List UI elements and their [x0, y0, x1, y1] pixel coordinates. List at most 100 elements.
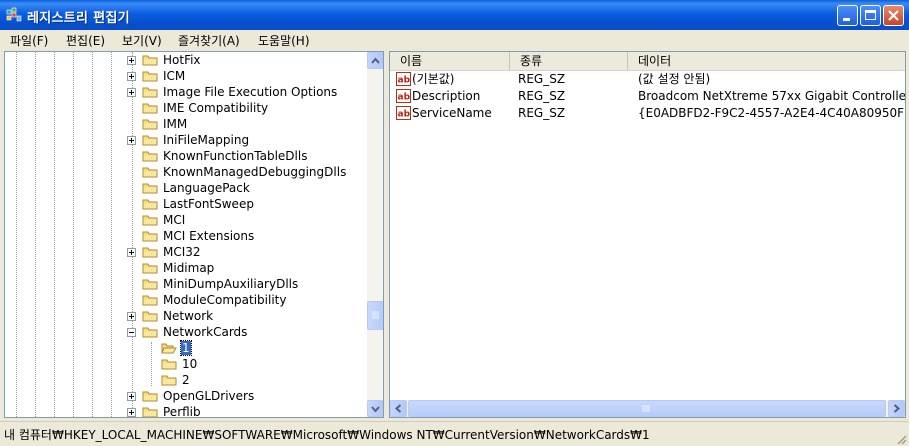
- expand-plus-icon[interactable]: [127, 136, 136, 145]
- value-name: Description: [412, 89, 481, 103]
- resize-grip-icon[interactable]: [895, 433, 907, 445]
- value-list-pane[interactable]: 이름 종류 데이터 ab (기본값) REG_SZ (값 설정 안됨) ab D…: [389, 51, 906, 418]
- value-name: (기본값): [412, 72, 455, 86]
- tree-item[interactable]: IME Compatibility: [5, 100, 367, 116]
- list-row[interactable]: ab ServiceName REG_SZ {E0ADBFD2-F9C2-455…: [390, 105, 905, 122]
- horizontal-scroll-thumb[interactable]: [408, 400, 886, 417]
- column-header-name[interactable]: 이름: [390, 52, 510, 70]
- expand-plus-icon[interactable]: [127, 408, 136, 417]
- tree-item[interactable]: Midimap: [5, 260, 367, 276]
- column-header-data[interactable]: 데이터: [628, 52, 905, 70]
- maximize-button[interactable]: [860, 5, 881, 26]
- folder-icon: [142, 103, 158, 114]
- tree-item[interactable]: Network: [5, 308, 367, 324]
- expand-plus-icon[interactable]: [127, 312, 136, 321]
- tree-item-label: HotFix: [163, 53, 201, 67]
- tree-item[interactable]: MCI: [5, 212, 367, 228]
- minimize-icon: [843, 18, 850, 21]
- tree-item-label: NetworkCards: [163, 325, 248, 339]
- folder-icon: [142, 311, 158, 322]
- tree-item[interactable]: Perflib: [5, 404, 367, 417]
- list-horizontal-scrollbar[interactable]: [390, 400, 905, 417]
- tree-item[interactable]: KnownFunctionTableDlls: [5, 148, 367, 164]
- tree-item[interactable]: HotFix: [5, 52, 367, 68]
- minimize-button[interactable]: [837, 5, 858, 26]
- scroll-thumb[interactable]: [367, 301, 383, 330]
- tree-item-label: OpenGLDrivers: [163, 389, 255, 403]
- tree-item[interactable]: MiniDumpAuxiliaryDlls: [5, 276, 367, 292]
- status-bar: 내 컴퓨터₩HKEY_LOCAL_MACHINE₩SOFTWARE₩Micros…: [0, 421, 909, 446]
- close-button[interactable]: [883, 5, 904, 26]
- tree-item-label: 10: [182, 357, 198, 371]
- scroll-grip-icon: [372, 311, 379, 319]
- tree-item[interactable]: ICM: [5, 68, 367, 84]
- tree-item[interactable]: Image File Execution Options: [5, 84, 367, 100]
- scroll-down-button[interactable]: [367, 400, 383, 417]
- tree-item[interactable]: IniFileMapping: [5, 132, 367, 148]
- expand-plus-icon[interactable]: [127, 72, 136, 81]
- tree-item-label: MCI Extensions: [163, 229, 255, 243]
- expand-plus-icon[interactable]: [127, 88, 136, 97]
- folder-open-icon: [161, 343, 177, 354]
- list-header: 이름 종류 데이터: [390, 52, 905, 71]
- scroll-left-button[interactable]: [390, 400, 407, 417]
- folder-icon: [161, 359, 177, 370]
- arrow-up-icon: [371, 57, 380, 64]
- folder-icon: [142, 407, 158, 417]
- svg-text:ab: ab: [398, 110, 411, 120]
- column-header-type[interactable]: 종류: [510, 52, 628, 70]
- expand-plus-icon[interactable]: [127, 248, 136, 257]
- tree-item[interactable]: OpenGLDrivers: [5, 388, 367, 404]
- list-row[interactable]: ab Description REG_SZ Broadcom NetXtreme…: [390, 88, 905, 105]
- tree-vertical-scrollbar[interactable]: [367, 52, 383, 417]
- collapse-minus-icon[interactable]: [127, 328, 136, 337]
- folder-icon: [142, 247, 158, 258]
- folder-icon: [142, 183, 158, 194]
- list-row[interactable]: ab (기본값) REG_SZ (값 설정 안됨): [390, 71, 905, 88]
- tree-item[interactable]: IMM: [5, 116, 367, 132]
- folder-icon: [142, 215, 158, 226]
- value-data: {E0ADBFD2-F9C2-4557-A2E4-4C40A80950F6}: [638, 106, 906, 120]
- expand-plus-icon[interactable]: [127, 56, 136, 65]
- svg-text:ab: ab: [398, 76, 411, 86]
- tree-item-label: ICM: [163, 69, 186, 83]
- folder-icon: [142, 279, 158, 290]
- tree-item[interactable]: 10: [5, 356, 367, 372]
- tree-item[interactable]: 1: [5, 340, 367, 356]
- tree-item-label: MCI32: [163, 245, 201, 259]
- tree-item-label: Network: [163, 309, 214, 323]
- tree-item[interactable]: LanguagePack: [5, 180, 367, 196]
- tree-item[interactable]: LastFontSweep: [5, 196, 367, 212]
- title-bar[interactable]: 레지스트리 편집기: [0, 0, 909, 30]
- regedit-window: 레지스트리 편집기 파일(F) 편집(E) 보기(V) 즐겨찾기(A) 도움말(…: [0, 0, 909, 446]
- scroll-grip-icon: [642, 405, 650, 412]
- key-tree-pane[interactable]: HotFix ICM Image File Execution Options IME…: [4, 51, 384, 418]
- scroll-up-button[interactable]: [367, 52, 383, 69]
- tree-item-label: MiniDumpAuxiliaryDlls: [163, 277, 299, 291]
- tree-item[interactable]: MCI Extensions: [5, 228, 367, 244]
- scroll-right-button[interactable]: [888, 400, 905, 417]
- registry-editor-icon: [6, 7, 22, 22]
- folder-icon: [142, 295, 158, 306]
- close-icon: [888, 10, 899, 21]
- menu-file[interactable]: 파일(F): [10, 32, 48, 49]
- menu-help[interactable]: 도움말(H): [258, 32, 310, 49]
- folder-icon: [142, 71, 158, 82]
- arrow-right-icon: [893, 404, 901, 413]
- tree-item[interactable]: 2: [5, 372, 367, 388]
- tree-item-label: IniFileMapping: [163, 133, 250, 147]
- tree-item[interactable]: NetworkCards: [5, 324, 367, 340]
- folder-icon: [142, 231, 158, 242]
- menu-edit[interactable]: 편집(E): [66, 32, 105, 49]
- menu-view[interactable]: 보기(V): [122, 32, 162, 49]
- folder-icon: [142, 327, 158, 338]
- value-type: REG_SZ: [518, 72, 566, 86]
- tree-item-label: Image File Execution Options: [163, 85, 338, 99]
- menu-favorites[interactable]: 즐겨찾기(A): [178, 32, 240, 49]
- current-key-path: 내 컴퓨터₩HKEY_LOCAL_MACHINE₩SOFTWARE₩Micros…: [4, 428, 650, 442]
- tree-item[interactable]: KnownManagedDebuggingDlls: [5, 164, 367, 180]
- value-type: REG_SZ: [518, 106, 566, 120]
- tree-item[interactable]: ModuleCompatibility: [5, 292, 367, 308]
- tree-item[interactable]: MCI32: [5, 244, 367, 260]
- expand-plus-icon[interactable]: [127, 392, 136, 401]
